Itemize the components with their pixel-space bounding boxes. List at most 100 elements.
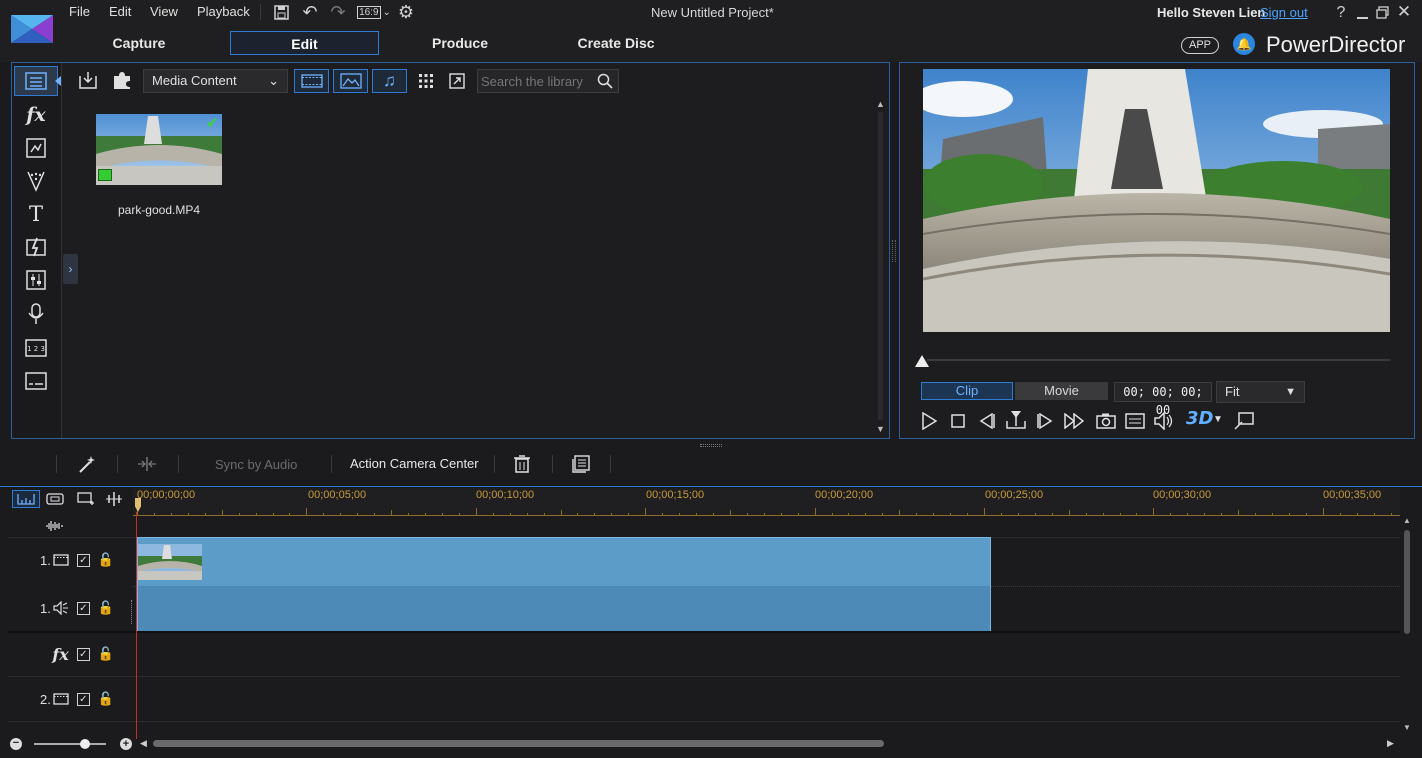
tab-create-disc[interactable]: Create Disc [566, 31, 666, 55]
lock-icon[interactable]: 🔓 [98, 600, 114, 616]
app-badge[interactable]: APP [1181, 37, 1220, 54]
delete-trash-icon[interactable] [511, 453, 533, 475]
filter-video-button[interactable] [294, 69, 329, 93]
timeline-vertical-scrollbar-thumb[interactable] [1404, 530, 1410, 634]
media-room-icon[interactable] [22, 67, 50, 95]
chapter-room-icon[interactable]: 1 2 3 [22, 334, 50, 362]
lock-icon[interactable]: 🔓 [98, 552, 114, 568]
subtitle-room-icon[interactable] [22, 367, 50, 395]
preview-seek-bar[interactable] [927, 359, 1390, 361]
track-enable-checkbox[interactable]: ✓ [76, 692, 90, 706]
pip-objects-room-icon[interactable] [22, 134, 50, 162]
notification-bell-icon[interactable]: 🔔 [1233, 33, 1255, 55]
library-scrollbar-track[interactable] [878, 112, 883, 420]
subtitle-toggle-icon[interactable] [1124, 410, 1146, 432]
timeline-scroll-up-icon[interactable]: ▲ [1403, 516, 1412, 525]
volume-icon[interactable] [1153, 410, 1175, 432]
lock-icon[interactable]: 🔓 [98, 691, 114, 707]
timeline-view-button[interactable] [12, 490, 40, 508]
filter-audio-button[interactable]: ♫ [372, 69, 407, 93]
library-search-field[interactable] [477, 69, 619, 93]
snapshot-camera-icon[interactable] [1095, 410, 1117, 432]
ruler-tick [645, 508, 647, 516]
timeline-horizontal-scrollbar-thumb[interactable] [153, 740, 884, 747]
split-clip-icon[interactable] [1005, 409, 1027, 431]
close-icon[interactable]: ✕ [1395, 2, 1413, 21]
clip-mode-toggle[interactable]: Clip [921, 382, 1013, 400]
restore-icon[interactable] [1374, 4, 1390, 20]
timeline-scroll-down-icon[interactable]: ▼ [1403, 723, 1412, 732]
track-header-video-2: 2. ✓ 🔓 [8, 676, 128, 722]
scroll-down-icon[interactable]: ▼ [876, 424, 885, 434]
timeline-clip-park-good[interactable] [137, 537, 991, 631]
scroll-up-icon[interactable]: ▲ [876, 99, 885, 109]
next-frame-icon[interactable] [1034, 410, 1056, 432]
save-icon[interactable] [272, 3, 290, 21]
menu-playback[interactable]: Playback [197, 4, 250, 19]
menu-view[interactable]: View [150, 4, 178, 19]
menu-edit[interactable]: Edit [109, 4, 131, 19]
3d-mode-button[interactable]: 3D [1186, 408, 1213, 429]
zoom-fit-dropdown[interactable]: Fit ▼ [1216, 381, 1305, 403]
expand-rooms-arrow[interactable]: › [63, 254, 78, 284]
timecode-display[interactable]: 00; 00; 00; 00 [1114, 382, 1212, 417]
minimize-icon[interactable] [1354, 6, 1370, 22]
fast-forward-icon[interactable] [1063, 410, 1085, 432]
redo-icon[interactable]: ↷ [328, 2, 348, 22]
effect-room-icon[interactable]: fx [22, 101, 50, 129]
help-icon[interactable]: ? [1333, 4, 1349, 22]
play-icon[interactable] [918, 410, 940, 432]
zoom-slider-handle[interactable] [80, 739, 90, 749]
panel-splitter-handle[interactable] [892, 240, 896, 262]
action-camera-center-button[interactable]: Action Camera Center [350, 456, 479, 471]
title-room-icon[interactable]: T [22, 200, 50, 228]
track-manager-icon[interactable] [76, 490, 96, 508]
zoom-slider-track[interactable] [34, 743, 106, 745]
expand-library-icon[interactable] [446, 70, 468, 92]
library-item-thumbnail[interactable]: ✔ [96, 114, 222, 185]
audio-mixing-room-icon[interactable] [22, 266, 50, 294]
lock-icon[interactable]: 🔓 [98, 646, 114, 662]
undock-preview-icon[interactable] [1233, 410, 1255, 432]
tab-edit[interactable]: Edit [230, 31, 379, 55]
storyboard-view-icon[interactable] [45, 490, 65, 508]
tab-produce[interactable]: Produce [420, 31, 500, 55]
filter-image-button[interactable] [333, 69, 368, 93]
sign-out-link[interactable]: Sign out [1260, 5, 1308, 20]
search-icon[interactable] [596, 72, 614, 90]
aspect-ratio-selector[interactable]: 16:9 ⌄ [356, 4, 392, 20]
zoom-in-icon[interactable]: + [120, 738, 132, 750]
undo-icon[interactable]: ↶ [300, 2, 320, 22]
particle-room-icon[interactable] [22, 167, 50, 195]
magic-tools-wand-icon[interactable] [76, 453, 98, 475]
transition-room-icon[interactable] [22, 233, 50, 261]
menu-file[interactable]: File [69, 4, 90, 19]
import-media-icon[interactable] [78, 70, 100, 90]
voice-over-microphone-icon[interactable] [22, 300, 50, 328]
scroll-right-icon[interactable]: ▶ [1387, 738, 1394, 749]
audio-waveform-icon[interactable] [43, 518, 65, 534]
track-enable-checkbox[interactable]: ✓ [76, 553, 90, 567]
plugins-puzzle-icon[interactable] [110, 69, 134, 91]
stop-icon[interactable] [947, 410, 969, 432]
track-enable-checkbox[interactable]: ✓ [76, 647, 90, 661]
3d-dropdown-triangle-icon[interactable]: ▼ [1213, 414, 1223, 425]
library-content-dropdown[interactable]: Media Content ⌄ [143, 69, 288, 93]
track-enable-checkbox[interactable]: ✓ [76, 601, 90, 615]
scroll-left-icon[interactable]: ◀ [140, 738, 147, 749]
seek-slider-handle[interactable] [915, 355, 929, 367]
zoom-out-icon[interactable]: − [10, 738, 22, 750]
settings-gear-icon[interactable]: ⚙ [396, 2, 416, 22]
previous-frame-icon[interactable] [976, 410, 998, 432]
marker-split-icon[interactable] [104, 490, 124, 508]
movie-mode-toggle[interactable]: Movie [1015, 382, 1108, 400]
vertical-splitter-handle[interactable] [700, 444, 722, 447]
track-header-resize-handle[interactable] [131, 600, 133, 624]
ruler-tick [814, 508, 816, 516]
fit-clip-icon[interactable] [136, 453, 158, 475]
search-input[interactable] [481, 72, 593, 90]
view-grid-icon[interactable] [415, 70, 437, 92]
sync-by-audio-button[interactable]: Sync by Audio [215, 457, 297, 472]
tab-capture[interactable]: Capture [95, 31, 183, 55]
more-features-icon[interactable] [570, 453, 592, 475]
